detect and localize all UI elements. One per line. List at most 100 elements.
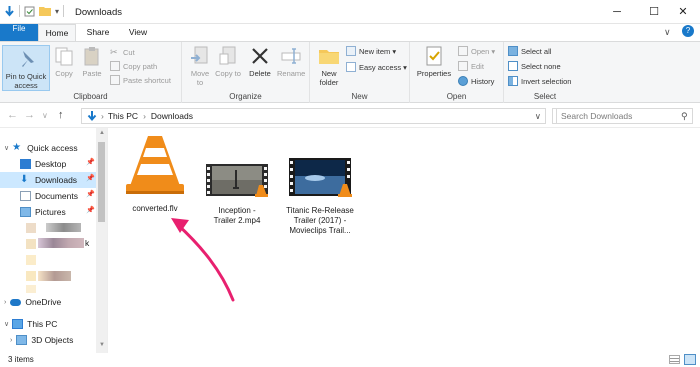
- star-icon: ★: [12, 142, 22, 153]
- organize-group: Move to Copy to Delete Rename Organize: [182, 42, 310, 103]
- forward-arrow-icon[interactable]: →: [24, 109, 35, 121]
- cloud-icon: [10, 298, 22, 306]
- blurred-item-icon: [26, 285, 36, 293]
- nav-item-3d-objects[interactable]: › 3D Objects: [10, 332, 106, 348]
- select-none-button[interactable]: Select none: [508, 61, 561, 71]
- downloads-icon: ⬇: [20, 174, 29, 185]
- details-view-icon[interactable]: [669, 355, 680, 364]
- nav-item-desktop[interactable]: Desktop: [0, 156, 96, 172]
- address-dropdown-icon[interactable]: ∨: [535, 111, 541, 122]
- select-group: Select all Select none Invert selection …: [504, 42, 586, 103]
- tab-home[interactable]: Home: [38, 24, 76, 41]
- file-list: converted.flv Inception - Trailer 2.mp4 …: [109, 128, 700, 353]
- address-bar[interactable]: › This PC › Downloads ∨: [81, 108, 546, 124]
- edit-label: Edit: [471, 61, 484, 71]
- invert-selection-button[interactable]: Invert selection: [508, 76, 571, 86]
- nav-label: Quick access: [27, 143, 78, 153]
- nav-label: Downloads: [35, 175, 78, 185]
- large-icons-view-icon[interactable]: [684, 354, 696, 365]
- cube-icon: [16, 335, 28, 345]
- properties-icon: [426, 46, 442, 66]
- new-item-button[interactable]: New item ▾: [346, 46, 396, 56]
- copy-to-button[interactable]: Copy to: [215, 45, 241, 78]
- paste-shortcut-button[interactable]: Paste shortcut: [110, 75, 171, 85]
- help-icon[interactable]: ?: [682, 25, 694, 37]
- nav-item-onedrive[interactable]: › OneDrive: [4, 294, 100, 310]
- down-arrow-icon[interactable]: [4, 5, 15, 17]
- delete-button[interactable]: Delete: [247, 45, 273, 78]
- pin-icon: 📌: [86, 191, 95, 198]
- new-folder-icon[interactable]: [39, 6, 51, 16]
- blurred-item-label: [46, 223, 81, 232]
- expand-ribbon-icon[interactable]: ∨: [664, 27, 671, 38]
- blurred-item-icon: [26, 255, 36, 265]
- nav-label: This PC: [27, 319, 58, 329]
- tab-share[interactable]: Share: [78, 24, 118, 41]
- back-arrow-icon[interactable]: ←: [7, 109, 18, 121]
- new-group-label: New: [351, 92, 368, 101]
- nav-item-quick-access[interactable]: ∨ ★ Quick access: [4, 140, 100, 156]
- documents-icon: [20, 191, 31, 201]
- paste-shortcut-label: Paste shortcut: [123, 75, 171, 85]
- properties-button[interactable]: Properties: [414, 45, 454, 78]
- paste-button[interactable]: Paste: [81, 45, 103, 78]
- scroll-down-icon[interactable]: ▼: [99, 342, 105, 348]
- open-group-label: Open: [446, 92, 467, 101]
- scroll-thumb[interactable]: [98, 142, 105, 222]
- tab-view[interactable]: View: [118, 24, 158, 41]
- nav-item-documents[interactable]: Documents: [0, 188, 96, 204]
- annotation-arrow: [171, 218, 235, 302]
- up-arrow-icon[interactable]: ↑: [58, 109, 64, 121]
- nav-label: Desktop: [35, 159, 67, 169]
- open-label: Open ▾: [471, 46, 496, 56]
- customize-toolbar-dropdown-icon[interactable]: ▾: [55, 7, 59, 16]
- search-input[interactable]: Search Downloads: [556, 108, 693, 124]
- recent-locations-chevron-icon[interactable]: ∨: [42, 111, 48, 120]
- copy-button[interactable]: Copy: [53, 45, 75, 78]
- nav-scrollbar[interactable]: ▲ ▼: [96, 128, 107, 353]
- downloads-location-icon: [87, 111, 97, 122]
- easy-access-button[interactable]: Easy access ▾: [346, 62, 407, 72]
- address-row: ← → ∨ ↑ › This PC › Downloads ∨ ↻ Search…: [0, 104, 700, 128]
- move-to-icon: [191, 46, 208, 64]
- select-none-icon: [508, 61, 518, 71]
- invert-selection-icon: [508, 76, 518, 86]
- edit-button[interactable]: Edit: [458, 61, 484, 71]
- item-count: 3 items: [8, 355, 34, 364]
- select-group-label: Select: [533, 92, 557, 101]
- rename-button[interactable]: Rename: [277, 45, 305, 78]
- clipboard-group: Pin to Quick access Copy Paste ✂ Cut Cop…: [0, 42, 182, 103]
- expand-chevron-icon: ›: [4, 298, 7, 306]
- search-icon: ⚲: [681, 111, 688, 121]
- move-to-button[interactable]: Move to: [187, 45, 213, 87]
- delete-label: Delete: [249, 69, 271, 78]
- breadcrumb-downloads[interactable]: Downloads: [151, 111, 193, 121]
- history-label: History: [471, 76, 495, 86]
- history-button[interactable]: History: [458, 76, 494, 86]
- copy-icon: [55, 47, 73, 66]
- nav-label: 3D Objects: [31, 335, 74, 345]
- nav-item-downloads[interactable]: ⬇ Downloads: [0, 172, 96, 188]
- properties-check-icon[interactable]: [24, 6, 35, 17]
- tab-file[interactable]: File: [0, 24, 38, 41]
- scroll-up-icon[interactable]: ▲: [99, 130, 105, 136]
- breadcrumb-this-pc[interactable]: This PC: [108, 111, 138, 121]
- file-item[interactable]: converted.flv: [121, 128, 189, 214]
- close-button[interactable]: ✕: [666, 0, 700, 24]
- pin-to-quick-access-button[interactable]: Pin to Quick access: [2, 45, 50, 91]
- file-item[interactable]: Titanic Re-Release Trailer (2017) - Movi…: [283, 154, 357, 236]
- open-icon: [458, 46, 468, 56]
- cut-button[interactable]: ✂ Cut: [110, 47, 135, 57]
- nav-item-this-pc[interactable]: ∨ This PC: [4, 316, 100, 332]
- nav-item-pictures[interactable]: Pictures: [0, 204, 96, 220]
- copy-path-button[interactable]: Copy path: [110, 61, 157, 71]
- new-folder-button[interactable]: New folder: [314, 45, 344, 87]
- minimize-button[interactable]: ─: [600, 0, 634, 24]
- copy-path-label: Copy path: [123, 61, 158, 71]
- select-all-button[interactable]: Select all: [508, 46, 551, 56]
- open-button[interactable]: Open ▾: [458, 46, 495, 56]
- pin-icon: 📌: [86, 159, 95, 166]
- collapse-chevron-icon: ∨: [4, 145, 10, 152]
- computer-icon: [12, 319, 24, 329]
- select-none-label: Select none: [521, 61, 561, 71]
